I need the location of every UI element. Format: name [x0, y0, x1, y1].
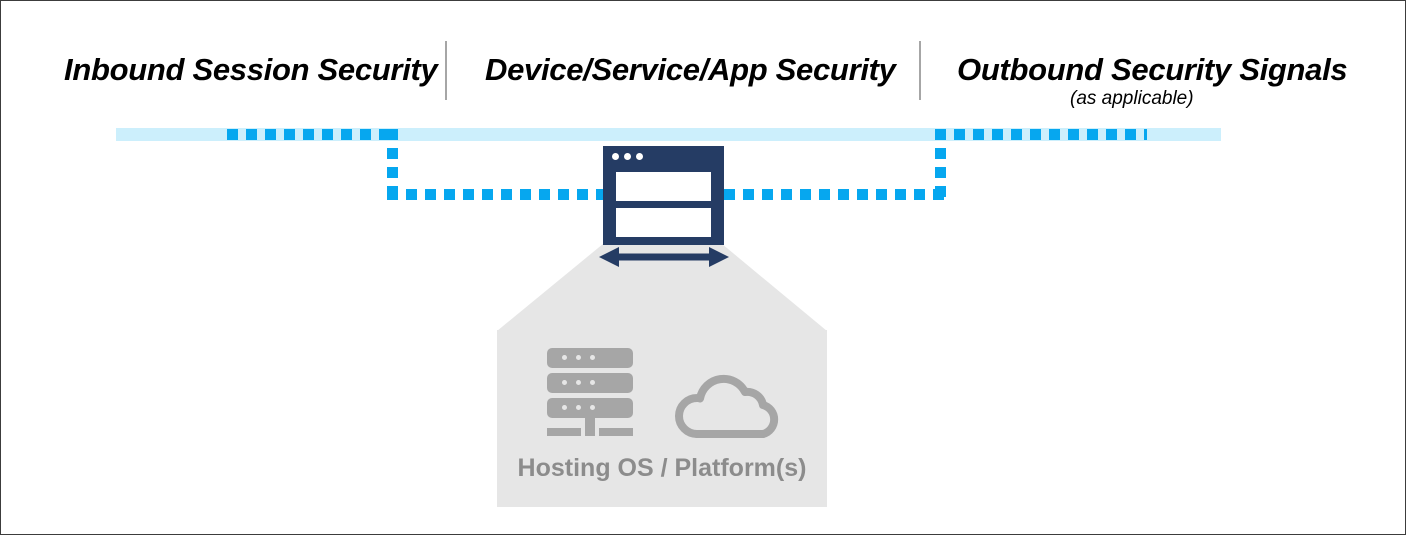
server-led [562, 405, 567, 410]
server-bar [547, 348, 633, 368]
diagram-canvas: Inbound Session Security Device/Service/… [0, 0, 1406, 535]
window-pane-top [616, 172, 711, 201]
server-base-left [547, 428, 581, 436]
server-led [590, 380, 595, 385]
header-device-service-app-security: Device/Service/App Security [485, 52, 896, 87]
cloud-icon [675, 374, 779, 438]
window-pane-bottom [616, 208, 711, 237]
window-dot [636, 153, 643, 160]
server-led [576, 380, 581, 385]
dash-segment-top-left [227, 129, 390, 140]
platform-label: Hosting OS / Platform(s) [517, 454, 807, 482]
server-led [576, 405, 581, 410]
server-bar [547, 373, 633, 393]
dash-segment-mid-right [724, 189, 946, 200]
server-led [590, 355, 595, 360]
dash-segment-mid-left [387, 189, 609, 200]
server-base-center [585, 428, 595, 436]
window-dot [624, 153, 631, 160]
server-led [576, 355, 581, 360]
window-dot [612, 153, 619, 160]
bidirectional-arrow-icon [599, 247, 729, 267]
hosting-platform-box: Hosting OS / Platform(s) [497, 330, 827, 507]
server-stem [585, 417, 595, 428]
header-outbound-sublabel: (as applicable) [1070, 88, 1194, 109]
server-bar [547, 398, 633, 418]
browser-window-icon [603, 146, 724, 245]
server-led [562, 380, 567, 385]
header-outbound-security-signals: Outbound Security Signals [957, 52, 1348, 87]
server-stack-icon [543, 348, 639, 436]
header-divider-right [919, 41, 921, 100]
server-led [562, 355, 567, 360]
server-base-right [599, 428, 633, 436]
header-divider-left [445, 41, 447, 100]
dash-segment-left-vertical [387, 129, 398, 197]
server-led [590, 405, 595, 410]
dash-segment-top-right [935, 129, 1147, 140]
header-inbound-session-security: Inbound Session Security [64, 52, 438, 87]
